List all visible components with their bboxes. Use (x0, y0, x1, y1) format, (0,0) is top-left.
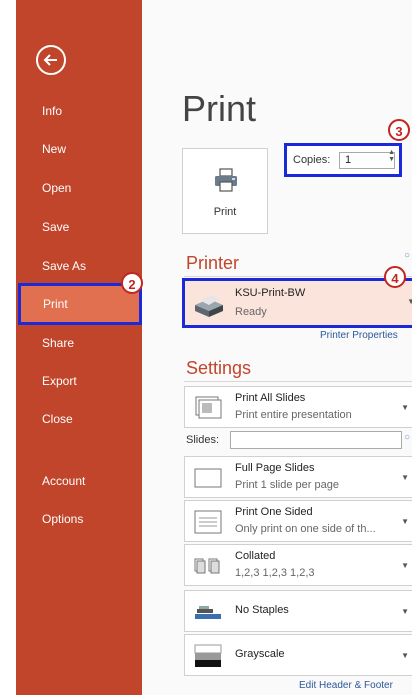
color-dropdown[interactable]: Grayscale ▼ (184, 634, 412, 676)
setting-sub-label: Print entire presentation (235, 409, 352, 421)
setting-main-label: Collated (235, 550, 276, 562)
collation-dropdown[interactable]: Collated 1,2,3 1,2,3 1,2,3 ▼ (184, 544, 412, 586)
sidebar-item-new[interactable]: New (16, 131, 142, 167)
setting-main-label: Print All Slides (235, 392, 306, 404)
copies-control: Copies: 1 ▲ ▼ (284, 143, 402, 177)
full-page-slide-icon (194, 468, 222, 488)
printer-properties-link[interactable]: Printer Properties (320, 330, 398, 341)
page-title: Print (182, 88, 257, 129)
chevron-down-icon: ▼ (407, 297, 412, 306)
setting-main-label: Grayscale (235, 648, 285, 660)
printer-divider (184, 276, 412, 277)
print-button-label: Print (213, 206, 237, 218)
info-icon[interactable]: ○ (404, 432, 410, 443)
grayscale-icon (194, 644, 222, 667)
setting-sub-label: Print 1 slide per page (235, 479, 339, 491)
slides-input[interactable] (230, 431, 402, 449)
print-button[interactable]: Print (182, 148, 268, 234)
chevron-up-icon[interactable]: ▲ (388, 149, 395, 156)
chevron-down-icon: ▼ (401, 607, 409, 616)
staples-dropdown[interactable]: No Staples ▼ (184, 590, 412, 632)
settings-divider (184, 381, 412, 382)
sidebar-item-label: Share (42, 336, 75, 350)
sidebar-item-share[interactable]: Share (16, 325, 142, 361)
step-badge-printer: 4 (384, 266, 406, 288)
sidebar-item-label: Close (42, 412, 73, 426)
chevron-down-icon[interactable]: ▼ (388, 156, 395, 163)
stapler-icon (195, 606, 221, 619)
layout-dropdown[interactable]: Full Page Slides Print 1 slide per page … (184, 456, 412, 498)
copies-stepper[interactable]: ▲ ▼ (388, 149, 395, 163)
slides-label: Slides: (186, 434, 220, 446)
sidebar-item-label: Account (42, 474, 86, 488)
sidebar-item-account[interactable]: Account (16, 463, 142, 499)
back-arrow-icon[interactable] (36, 45, 66, 75)
printer-dropdown[interactable]: KSU-Print-BW Ready ▼ (182, 278, 412, 328)
sidebar-item-save[interactable]: Save (16, 209, 142, 245)
collated-icon (194, 558, 220, 574)
printer-icon (215, 168, 237, 192)
printer-heading: Printer (186, 253, 240, 273)
sides-dropdown[interactable]: Print One Sided Only print on one side o… (184, 500, 412, 542)
edit-header-footer-link[interactable]: Edit Header & Footer (299, 680, 393, 691)
print-range-dropdown[interactable]: Print All Slides Print entire presentati… (184, 386, 412, 428)
sidebar-item-label: Info (42, 104, 63, 118)
setting-main-label: Full Page Slides (235, 462, 315, 474)
chevron-down-icon: ▼ (401, 561, 409, 570)
sidebar-item-label: Open (42, 181, 72, 195)
settings-heading: Settings (186, 358, 252, 378)
printer-name: KSU-Print-BW (235, 287, 306, 299)
chevron-down-icon: ▼ (401, 651, 409, 660)
printer-device-icon (195, 295, 223, 317)
chevron-down-icon: ▼ (401, 473, 409, 482)
setting-sub-label: Only print on one side of th... (235, 523, 376, 535)
printer-status: Ready (235, 306, 267, 318)
chevron-down-icon: ▼ (401, 517, 409, 526)
step-badge-copies: 3 (388, 119, 410, 141)
setting-main-label: No Staples (235, 604, 289, 616)
sidebar-item-label: Save (42, 220, 70, 234)
info-icon[interactable]: ○ (404, 250, 410, 261)
setting-sub-label: 1,2,3 1,2,3 1,2,3 (235, 567, 315, 579)
one-sided-page-icon (194, 510, 222, 534)
copies-input[interactable]: 1 (339, 152, 395, 169)
slides-stack-icon (195, 396, 222, 419)
sidebar-item-label: Print (43, 297, 68, 311)
window-left-edge (0, 0, 16, 695)
sidebar-item-close[interactable]: Close (16, 401, 142, 437)
chevron-down-icon: ▼ (401, 403, 409, 412)
step-badge-print: 2 (121, 272, 143, 294)
copies-label: Copies: (293, 154, 331, 166)
sidebar-item-label: New (42, 142, 67, 156)
sidebar-item-options[interactable]: Options (16, 501, 142, 537)
print-backstage-page: Info New Open Save Save As Print Share E… (0, 0, 412, 695)
sidebar-item-label: Save As (42, 259, 87, 273)
sidebar-item-info[interactable]: Info (16, 93, 142, 129)
sidebar-item-label: Options (42, 512, 84, 526)
sidebar-item-export[interactable]: Export (16, 363, 142, 399)
setting-main-label: Print One Sided (235, 506, 313, 518)
sidebar-item-label: Export (42, 374, 77, 388)
sidebar-item-open[interactable]: Open (16, 170, 142, 206)
